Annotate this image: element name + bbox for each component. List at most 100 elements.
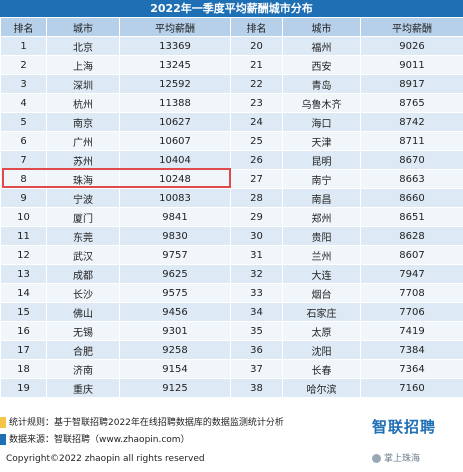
rank-cell: 9 [0, 188, 47, 208]
city-cell: 哈尔滨 [282, 378, 361, 398]
city-cell: 海口 [282, 112, 361, 132]
table-row: 5 南京 10627 24 海口 8742 [0, 112, 463, 132]
salary-cell: 12592 [119, 74, 231, 94]
city-cell: 石家庄 [282, 302, 361, 322]
rank-cell: 4 [0, 93, 47, 113]
table-row: 18 济南 9154 37 长春 7364 [0, 359, 463, 379]
rank-cell: 18 [0, 359, 47, 379]
city-cell: 南宁 [282, 169, 361, 189]
city-cell: 重庆 [46, 378, 120, 398]
city-cell: 昆明 [282, 150, 361, 170]
rank-cell: 28 [230, 188, 283, 208]
col-header-salary: 平均薪酬 [360, 17, 463, 37]
salary-cell: 7706 [360, 302, 463, 322]
table-row: 1 北京 13369 20 福州 9026 [0, 36, 463, 56]
salary-cell: 8607 [360, 245, 463, 265]
salary-cell: 10248 [119, 169, 231, 189]
table-row: 17 合肥 9258 36 沈阳 7384 [0, 340, 463, 360]
table-row: 9 宁波 10083 28 南昌 8660 [0, 188, 463, 208]
salary-cell: 8670 [360, 150, 463, 170]
salary-cell: 8742 [360, 112, 463, 132]
rank-cell: 10 [0, 207, 47, 227]
salary-cell: 7419 [360, 321, 463, 341]
rank-cell: 32 [230, 264, 283, 284]
rank-cell: 29 [230, 207, 283, 227]
rank-cell: 17 [0, 340, 47, 360]
salary-cell: 10404 [119, 150, 231, 170]
rank-cell: 24 [230, 112, 283, 132]
salary-cell: 7160 [360, 378, 463, 398]
salary-cell: 9757 [119, 245, 231, 265]
city-cell: 天津 [282, 131, 361, 151]
rank-cell: 22 [230, 74, 283, 94]
city-cell: 乌鲁木齐 [282, 93, 361, 113]
salary-cell: 9830 [119, 226, 231, 246]
city-cell: 福州 [282, 36, 361, 56]
footnote-source-text: 数据来源：智联招聘（www.zhaopin.com） [9, 435, 190, 445]
city-cell: 深圳 [46, 74, 120, 94]
salary-cell: 8765 [360, 93, 463, 113]
salary-cell: 9026 [360, 36, 463, 56]
rank-cell: 31 [230, 245, 283, 265]
salary-cell: 10627 [119, 112, 231, 132]
table-row: 16 无锡 9301 35 太原 7419 [0, 321, 463, 341]
city-cell: 厦门 [46, 207, 120, 227]
rank-cell: 30 [230, 226, 283, 246]
city-cell: 沈阳 [282, 340, 361, 360]
salary-table: 排名 城市 平均薪酬 排名 城市 平均薪酬 1 北京 13369 20 福州 9026 2 上… [0, 17, 463, 398]
city-cell: 杭州 [46, 93, 120, 113]
table-row: 11 东莞 9830 30 贵阳 8628 [0, 226, 463, 246]
city-cell: 兰州 [282, 245, 361, 265]
table-row: 8 珠海 10248 27 南宁 8663 [0, 169, 463, 189]
salary-cell: 9154 [119, 359, 231, 379]
salary-cell: 9301 [119, 321, 231, 341]
footnote-marker [0, 434, 6, 445]
salary-cell: 8660 [360, 188, 463, 208]
rank-cell: 35 [230, 321, 283, 341]
table-body: 1 北京 13369 20 福州 9026 2 上海 13245 21 西安 9011 3 深圳 12592… [0, 36, 463, 398]
salary-cell: 7384 [360, 340, 463, 360]
rank-cell: 5 [0, 112, 47, 132]
col-header-city: 城市 [46, 17, 120, 37]
city-cell: 东莞 [46, 226, 120, 246]
salary-cell: 9456 [119, 302, 231, 322]
salary-cell: 9258 [119, 340, 231, 360]
rank-cell: 11 [0, 226, 47, 246]
rank-cell: 3 [0, 74, 47, 94]
table-row: 12 武汉 9757 31 兰州 8607 [0, 245, 463, 265]
table-row: 13 成都 9625 32 大连 7947 [0, 264, 463, 284]
city-cell: 太原 [282, 321, 361, 341]
watermark: 掌上珠海 [372, 451, 420, 464]
col-header-city: 城市 [282, 17, 361, 37]
salary-cell: 9125 [119, 378, 231, 398]
city-cell: 南京 [46, 112, 120, 132]
salary-cell: 9011 [360, 55, 463, 75]
city-cell: 西安 [282, 55, 361, 75]
rank-cell: 2 [0, 55, 47, 75]
wechat-icon [372, 454, 381, 463]
city-cell: 上海 [46, 55, 120, 75]
footnote-source: 数据来源：智联招聘（www.zhaopin.com） [0, 433, 190, 447]
table-row: 10 厦门 9841 29 郑州 8651 [0, 207, 463, 227]
salary-cell: 10083 [119, 188, 231, 208]
col-header-salary: 平均薪酬 [119, 17, 231, 37]
city-cell: 武汉 [46, 245, 120, 265]
city-cell: 大连 [282, 264, 361, 284]
table-row: 3 深圳 12592 22 青岛 8917 [0, 74, 463, 94]
city-cell: 南昌 [282, 188, 361, 208]
salary-cell: 7947 [360, 264, 463, 284]
city-cell: 佛山 [46, 302, 120, 322]
table-header-row: 排名 城市 平均薪酬 排名 城市 平均薪酬 [0, 17, 463, 37]
footnote-rule: 统计规则：基于智联招聘2022年在线招聘数据库的数据监测统计分析 [0, 416, 284, 430]
salary-cell: 13245 [119, 55, 231, 75]
city-cell: 长沙 [46, 283, 120, 303]
table-row: 4 杭州 11388 23 乌鲁木齐 8765 [0, 93, 463, 113]
salary-cell: 9625 [119, 264, 231, 284]
city-cell: 苏州 [46, 150, 120, 170]
salary-cell: 8917 [360, 74, 463, 94]
salary-cell: 13369 [119, 36, 231, 56]
copyright: Copyright©2022 zhaopin all rights reserv… [6, 454, 205, 464]
table-row: 7 苏州 10404 26 昆明 8670 [0, 150, 463, 170]
table-title: 2022年一季度平均薪酬城市分布 [0, 0, 463, 17]
table-row: 19 重庆 9125 38 哈尔滨 7160 [0, 378, 463, 398]
